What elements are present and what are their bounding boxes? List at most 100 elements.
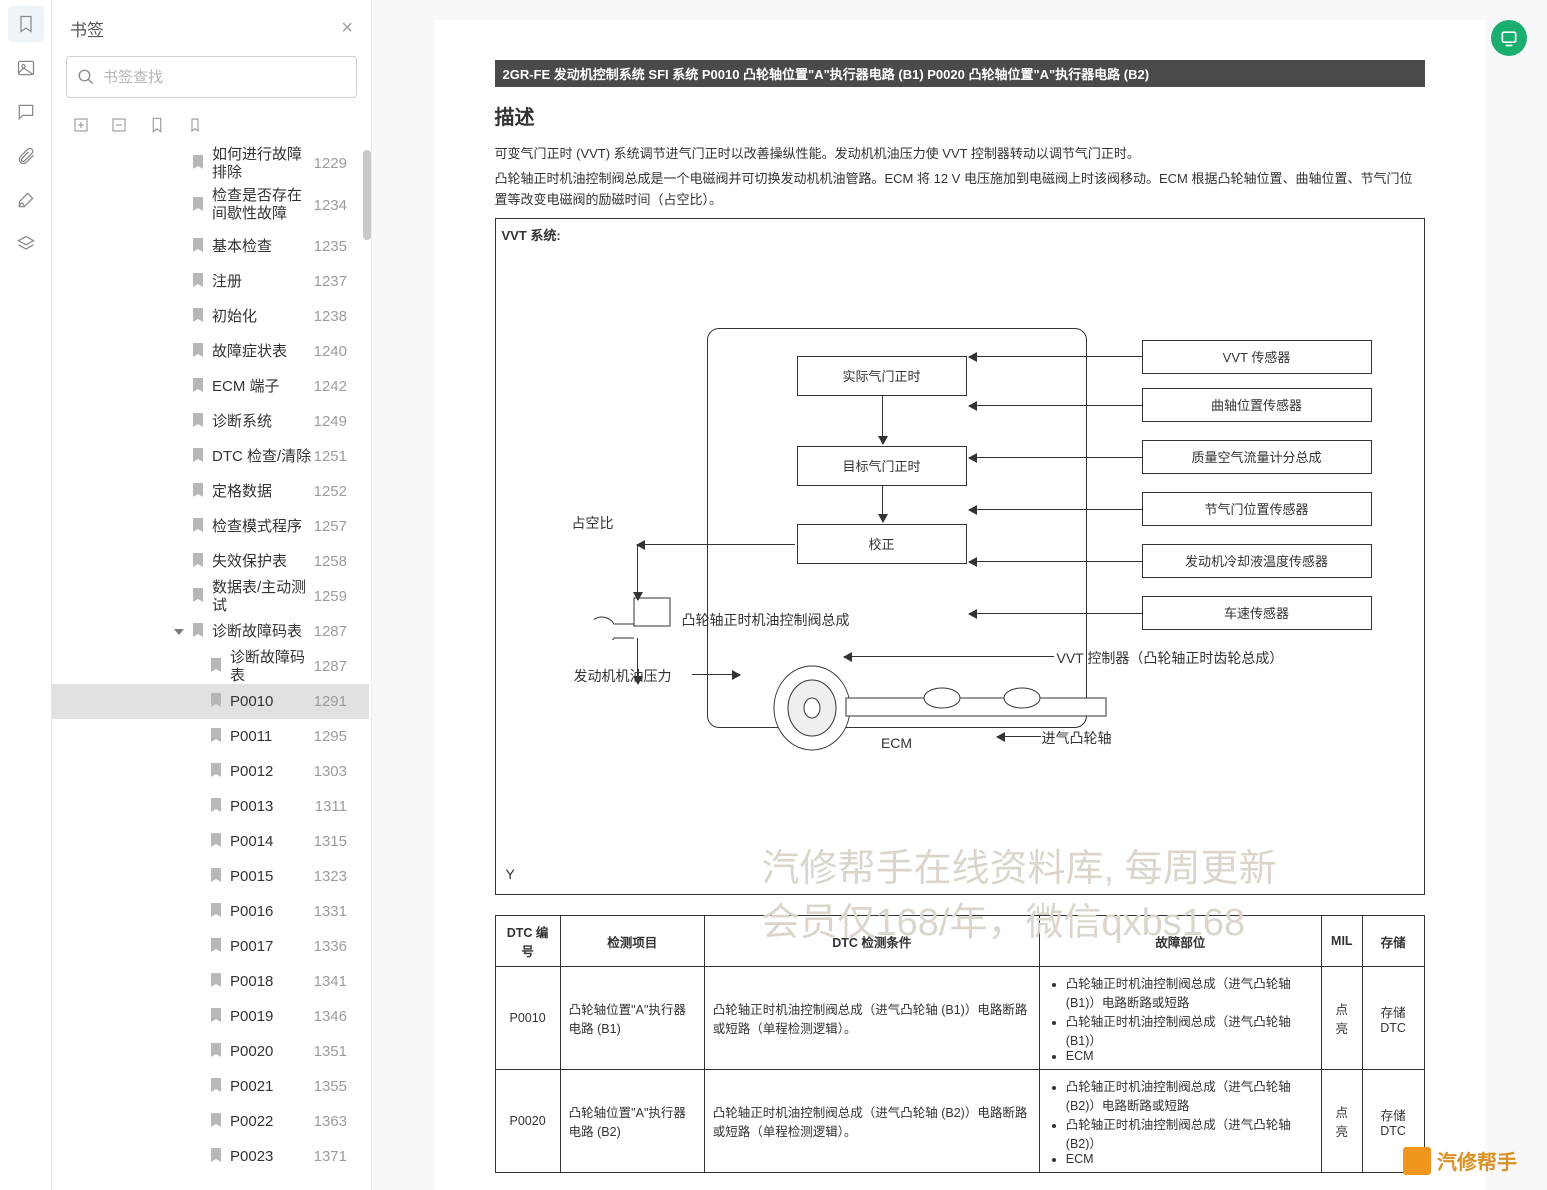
bookmark-item[interactable]: P00111295 [52, 719, 369, 754]
bookmark-page: 1303 [314, 763, 347, 780]
bookmark-item[interactable]: P00101291 [52, 684, 369, 719]
bookmark-page: 1242 [314, 378, 347, 395]
heading-description: 描述 [495, 101, 1425, 130]
bookmark-search[interactable] [66, 56, 357, 98]
bookmark-label: P0011 [230, 728, 314, 746]
label-duty: 占空比 [572, 513, 614, 533]
bookmark-label: 基本检查 [212, 238, 314, 256]
bookmark-page: 1229 [314, 155, 347, 172]
help-fab-icon[interactable] [1491, 20, 1527, 56]
bookmark-small-icon[interactable] [184, 114, 206, 136]
bookmark-item[interactable]: P00221363 [52, 1104, 369, 1139]
bookmark-label: ECM 端子 [212, 378, 314, 396]
bookmark-item[interactable]: 基本检查1235 [52, 229, 369, 264]
bookmark-item[interactable]: P00231371 [52, 1139, 369, 1174]
bookmark-page: 1259 [314, 588, 347, 605]
bookmark-label: DTC 检查/清除 [212, 448, 314, 466]
bookmark-page: 1287 [314, 623, 347, 640]
bookmark-item[interactable]: 检查模式程序1257 [52, 509, 369, 544]
bookmark-item[interactable]: 如何进行故障排除1229 [52, 146, 369, 181]
bookmark-item[interactable]: 数据表/主动测试1259 [52, 579, 369, 614]
bookmark-page: 1331 [314, 903, 347, 920]
bookmark-label: P0022 [230, 1113, 314, 1131]
box-correct: 校正 [797, 524, 967, 564]
brand-watermark: 汽修帮手 [1403, 1146, 1517, 1175]
bookmark-page: 1336 [314, 938, 347, 955]
bookmark-item[interactable]: P00161331 [52, 894, 369, 929]
layers-tab-icon[interactable] [8, 226, 44, 262]
scrollbar-thumb[interactable] [363, 150, 371, 240]
bookmark-item[interactable]: 诊断系统1249 [52, 404, 369, 439]
section-header-bar: 2GR-FE 发动机控制系统 SFI 系统 P0010 凸轮轴位置"A"执行器电… [495, 60, 1425, 87]
bookmark-label: P0021 [230, 1078, 314, 1096]
bookmark-item[interactable]: 诊断故障码表1287 [52, 649, 369, 684]
collapse-all-icon[interactable] [108, 114, 130, 136]
bookmark-item[interactable]: P00191346 [52, 999, 369, 1034]
table-row: P0010 凸轮轴位置"A"执行器电路 (B1) 凸轮轴正时机油控制阀总成（进气… [495, 967, 1424, 1070]
th-code: DTC 编号 [495, 916, 560, 967]
bookmark-item[interactable]: P00171336 [52, 929, 369, 964]
bookmark-label: P0013 [230, 798, 315, 816]
bookmark-label: 定格数据 [212, 483, 314, 501]
bookmark-item[interactable]: 初始化1238 [52, 299, 369, 334]
search-input[interactable] [103, 69, 346, 86]
brand-logo-icon [1403, 1147, 1431, 1175]
bookmark-item[interactable]: 定格数据1252 [52, 474, 369, 509]
comment-tab-icon[interactable] [8, 94, 44, 130]
bookmark-tree[interactable]: 如何进行故障排除1229检查是否存在间歇性故障1234基本检查1235注册123… [52, 146, 371, 1190]
bookmark-item[interactable]: 故障症状表1240 [52, 334, 369, 369]
bookmark-page: 1234 [314, 197, 347, 214]
bookmark-item[interactable]: 诊断故障码表1287 [52, 614, 369, 649]
bookmark-page: 1341 [314, 973, 347, 990]
bookmark-page: 1240 [314, 343, 347, 360]
bookmark-page: 1238 [314, 308, 347, 325]
bookmark-page: 1346 [314, 1008, 347, 1025]
th-store: 存储 [1362, 916, 1424, 967]
bookmark-item[interactable]: P00211355 [52, 1069, 369, 1104]
bookmark-label: 故障症状表 [212, 343, 314, 361]
bookmark-page: 1295 [314, 728, 347, 745]
label-ocv: 凸轮轴正时机油控制阀总成 [682, 610, 850, 630]
bookmark-label: P0023 [230, 1148, 314, 1166]
bookmark-page: 1235 [314, 238, 347, 255]
document-page: 2GR-FE 发动机控制系统 SFI 系统 P0010 凸轮轴位置"A"执行器电… [435, 20, 1485, 1190]
left-icon-bar [0, 0, 52, 1190]
bookmark-item[interactable]: DTC 检查/清除1251 [52, 439, 369, 474]
add-bookmark-icon[interactable] [146, 114, 168, 136]
bookmark-item[interactable]: P00151323 [52, 859, 369, 894]
bookmark-toolbar [52, 108, 371, 146]
bookmark-item[interactable]: P00131311 [52, 789, 369, 824]
bookmark-page: 1351 [314, 1043, 347, 1060]
bookmark-label: 数据表/主动测试 [212, 579, 314, 615]
bookmark-item[interactable]: P00181341 [52, 964, 369, 999]
bookmark-item[interactable]: P00201351 [52, 1034, 369, 1069]
bookmark-item[interactable]: ECM 端子1242 [52, 369, 369, 404]
bookmark-tab-icon[interactable] [8, 6, 44, 42]
bookmark-item[interactable]: P00141315 [52, 824, 369, 859]
caret-down-icon [174, 629, 184, 635]
desc-para-2: 凸轮轴正时机油控制阀总成是一个电磁阀并可切换发动机机油管路。ECM 将 12 V… [495, 169, 1425, 211]
bookmark-item[interactable]: P00121303 [52, 754, 369, 789]
bookmark-label: 诊断故障码表 [230, 649, 314, 685]
bookmark-page: 1363 [314, 1113, 347, 1130]
close-icon[interactable]: × [341, 17, 353, 40]
bookmark-page: 1311 [315, 798, 347, 815]
attachment-tab-icon[interactable] [8, 138, 44, 174]
bookmark-label: 如何进行故障排除 [212, 146, 314, 182]
bookmark-item[interactable]: 检查是否存在间歇性故障1234 [52, 181, 369, 229]
bookmark-page: 1355 [314, 1078, 347, 1095]
image-tab-icon[interactable] [8, 50, 44, 86]
box-actual: 实际气门正时 [797, 356, 967, 396]
document-viewport[interactable]: 2GR-FE 发动机控制系统 SFI 系统 P0010 凸轮轴位置"A"执行器电… [372, 0, 1547, 1190]
bookmark-label: P0012 [230, 763, 314, 781]
bookmark-item[interactable]: 注册1237 [52, 264, 369, 299]
bookmark-label: P0017 [230, 938, 314, 956]
panel-title: 书签 [70, 16, 104, 41]
bookmark-label: 失效保护表 [212, 553, 314, 571]
bookmark-label: P0018 [230, 973, 314, 991]
bookmark-item[interactable]: 失效保护表1258 [52, 544, 369, 579]
expand-all-icon[interactable] [70, 114, 92, 136]
signature-tab-icon[interactable] [8, 182, 44, 218]
bookmark-label: P0015 [230, 868, 314, 886]
th-item: 检测项目 [560, 916, 704, 967]
